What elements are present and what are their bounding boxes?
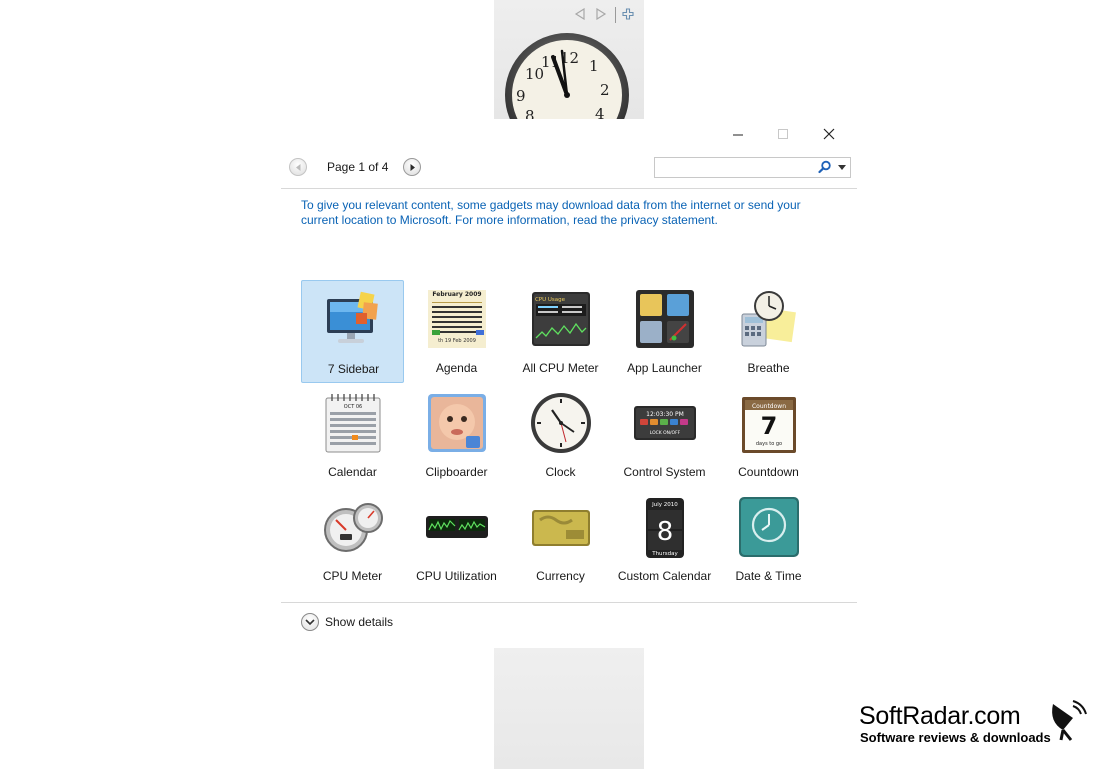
custom-cal-month: July 2010: [651, 502, 678, 508]
gadget-tile-date-time[interactable]: Date & Time: [717, 488, 820, 591]
arrow-left-icon: [296, 164, 301, 171]
previous-gadget-icon[interactable]: [574, 7, 586, 23]
gadget-tile-control-system[interactable]: 12:03:30 PM LOCK ON/OFF Control System: [613, 384, 716, 487]
gadget-tile-agenda[interactable]: February 2009 th 19 Feb 2009 Agenda: [405, 280, 508, 383]
cpu-gauges-icon: [324, 503, 383, 552]
custom-cal-weekday: Thursday: [651, 551, 678, 557]
gadget-tile-custom-calendar[interactable]: July 2010 8 Thursday Custom Calendar: [613, 488, 716, 591]
pager: Page 1 of 4: [287, 156, 423, 179]
add-gadget-icon[interactable]: [622, 8, 634, 23]
custom-calendar-icon: July 2010 8 Thursday: [646, 498, 684, 558]
gadget-label: Custom Calendar: [617, 569, 712, 583]
search-icon[interactable]: [818, 160, 832, 179]
gadget-label: Calendar: [328, 465, 377, 479]
app-launcher-icon: [636, 290, 694, 348]
next-gadget-icon[interactable]: [595, 7, 607, 23]
desktop-clock-icon: 12 1 2 10 11 9 4 8: [505, 33, 629, 119]
satellite-dish-icon: [1052, 700, 1087, 741]
gadget-label: CPU Utilization: [416, 569, 497, 583]
gadget-tile-countdown[interactable]: Countdown 7 days to go Countdown: [717, 384, 820, 487]
gadget-tile-7-sidebar[interactable]: 7 Sidebar: [301, 280, 404, 383]
search-box: [654, 157, 851, 178]
gadget-gallery-window: Page 1 of 4 To give you relevant content…: [281, 119, 857, 648]
close-button[interactable]: [814, 125, 844, 145]
gadget-tile-all-cpu-meter[interactable]: CPU Usage All CPU Meter: [509, 280, 612, 383]
gadget-tile-breathe[interactable]: Breathe: [717, 280, 820, 383]
control-system-icon: 12:03:30 PM LOCK ON/OFF: [634, 406, 696, 440]
sidebar-strip-top: 12 1 2 10 11 9 4 8: [494, 0, 644, 119]
calendar-month: OCT 06: [344, 404, 362, 410]
control-lock: LOCK ON/OFF: [650, 430, 681, 436]
control-time: 12:03:30 PM: [646, 411, 684, 418]
close-icon: [823, 128, 835, 140]
clock-num-1: 1: [589, 57, 599, 75]
clock-icon: [531, 393, 591, 453]
brand-name: SoftRadar.com: [859, 702, 1021, 730]
gadget-tile-cpu-meter[interactable]: CPU Meter: [301, 488, 404, 591]
gadget-tile-clock[interactable]: Clock: [509, 384, 612, 487]
agenda-month: February 2009: [432, 291, 481, 298]
footer-divider: [281, 602, 857, 603]
gadget-label: Currency: [536, 569, 585, 583]
maximize-icon: [778, 129, 788, 139]
chevron-down-icon: [301, 613, 319, 631]
search-input[interactable]: [657, 159, 819, 176]
gadget-label: All CPU Meter: [522, 361, 599, 375]
date-time-clock-icon: [739, 497, 799, 557]
cpu-meter-panel-icon: CPU Usage: [532, 292, 590, 346]
agenda-footer: th 19 Feb 2009: [438, 338, 476, 344]
countdown-value: 7: [761, 412, 778, 440]
gadget-tile-calendar[interactable]: OCT 06 Calendar: [301, 384, 404, 487]
previous-page-button[interactable]: [289, 158, 307, 176]
softradar-watermark: SoftRadar.com Software reviews & downloa…: [859, 700, 1089, 752]
privacy-notice-link[interactable]: To give you relevant content, some gadge…: [301, 198, 831, 228]
page-indicator: Page 1 of 4: [327, 160, 389, 174]
spiral-calendar-icon: OCT 06: [325, 394, 381, 453]
gadget-label: Countdown: [738, 465, 799, 479]
countdown-title: Countdown: [752, 403, 786, 410]
sidebar-strip-bottom: [494, 648, 644, 769]
maximize-button[interactable]: [768, 125, 798, 145]
countdown-sub: days to go: [756, 441, 782, 447]
gadget-label: Breathe: [747, 361, 790, 375]
gadget-tile-cpu-utilization[interactable]: CPU Utilization: [405, 488, 508, 591]
agenda-calendar-icon: February 2009 th 19 Feb 2009: [428, 290, 486, 348]
countdown-calendar-icon: Countdown 7 days to go: [742, 397, 796, 453]
gadget-label: Control System: [623, 465, 706, 479]
gadget-label: Clipboarder: [425, 465, 488, 479]
show-details-label: Show details: [325, 615, 394, 629]
gadget-tile-clipboarder[interactable]: Clipboarder: [405, 384, 508, 487]
minimize-icon: [733, 134, 743, 136]
clock-num-8: 8: [525, 107, 535, 119]
header-divider: [281, 188, 857, 189]
gadget-label: Agenda: [435, 361, 478, 375]
clock-num-2: 2: [600, 81, 610, 99]
brand-tagline: Software reviews & downloads: [860, 730, 1051, 745]
gadget-label: Clock: [545, 465, 576, 479]
gadget-tile-currency[interactable]: Currency: [509, 488, 612, 591]
clock-num-4: 4: [595, 105, 605, 119]
gadget-label: App Launcher: [627, 361, 702, 375]
currency-card-icon: [532, 510, 590, 546]
clock-num-9: 9: [516, 87, 526, 105]
minimize-button[interactable]: [723, 125, 753, 145]
custom-cal-day: 8: [657, 517, 674, 547]
gadget-tile-app-launcher[interactable]: App Launcher: [613, 280, 716, 383]
strip-divider: [615, 7, 616, 23]
arrow-right-icon: [410, 164, 415, 171]
search-dropdown-icon[interactable]: [838, 165, 846, 170]
cpu-title: CPU Usage: [535, 297, 566, 303]
gadget-label: Date & Time: [735, 569, 802, 583]
next-page-button[interactable]: [403, 158, 421, 176]
monitor-icon: [327, 291, 378, 343]
breathe-clock-calculator-icon: [741, 291, 796, 347]
gadget-label: 7 Sidebar: [327, 362, 380, 376]
gadget-label: CPU Meter: [322, 569, 383, 583]
baby-photo-icon: [428, 394, 486, 452]
cpu-graph-icon: [426, 516, 488, 538]
